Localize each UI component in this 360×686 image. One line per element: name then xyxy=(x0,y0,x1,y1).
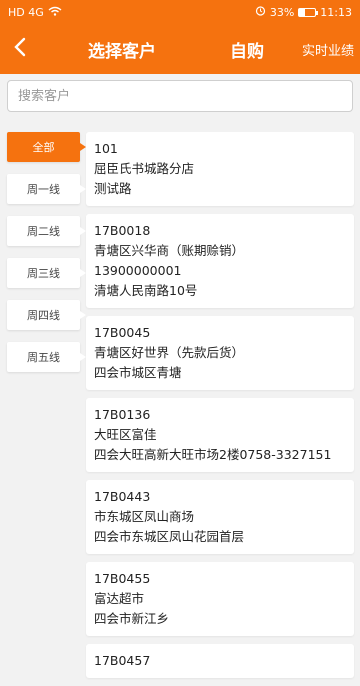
customer-code: 17B0136 xyxy=(94,407,151,422)
customer-card[interactable]: 17B0018 青塘区兴华商（账期赊销） 13900000001 清塘人民南路10号 xyxy=(86,214,354,308)
customer-detail: 四会大旺高新大旺市场2楼0758-3327151 xyxy=(94,447,332,462)
customer-code: 17B0018 xyxy=(94,223,151,238)
customer-card[interactable]: 101 屈臣氏书城路分店 测试路 xyxy=(86,132,354,206)
customer-detail: 四会市新江乡 xyxy=(94,611,170,626)
back-button[interactable] xyxy=(0,24,40,74)
search-input[interactable] xyxy=(7,80,353,112)
search-bar xyxy=(0,74,360,118)
customer-code: 17B0443 xyxy=(94,489,151,504)
customer-card[interactable]: 17B0457 xyxy=(86,644,354,678)
tab-0[interactable]: 全部 xyxy=(7,132,86,162)
alarm-icon xyxy=(255,5,266,19)
tab-2[interactable]: 周二线 xyxy=(7,216,86,246)
customer-detail: 清塘人民南路10号 xyxy=(94,283,198,298)
wifi-icon xyxy=(48,6,62,19)
customer-detail: 测试路 xyxy=(94,181,132,196)
battery-percent: 33% xyxy=(269,5,295,19)
customer-code: 17B0457 xyxy=(94,653,151,668)
customer-detail: 屈臣氏书城路分店 xyxy=(94,161,195,176)
customer-card[interactable]: 17B0455 富达超市四会市新江乡 xyxy=(86,562,354,636)
content: 全部周一线周二线周三线周四线周五线 101 屈臣氏书城路分店 测试路 17B0018 青… xyxy=(0,118,360,686)
route-tabs: 全部周一线周二线周三线周四线周五线 xyxy=(0,132,86,686)
customer-detail: 四会市东城区凤山花园首层 xyxy=(94,529,245,544)
app-header: 选择客户 自购 实时业绩 xyxy=(0,24,360,74)
battery-icon xyxy=(298,7,319,17)
mode-toggle[interactable]: 自购 xyxy=(230,37,264,62)
customer-detail: 青塘区兴华商（账期赊销） xyxy=(94,243,245,258)
customer-code: 17B0455 xyxy=(94,571,151,586)
customer-card[interactable]: 17B0136 大旺区富佳四会大旺高新大旺市场2楼0758-3327151 xyxy=(86,398,354,472)
customer-list: 101 屈臣氏书城路分店 测试路 17B0018 青塘区兴华商（账期赊销） 1390000… xyxy=(86,132,360,686)
realtime-performance-link[interactable]: 实时业绩 xyxy=(302,40,354,59)
customer-detail: 四会市城区青塘 xyxy=(94,365,182,380)
customer-card[interactable]: 17B0045 青塘区好世界（先款后货） 四会市城区青塘 xyxy=(86,316,354,390)
clock: 11:13 xyxy=(320,5,352,19)
customer-code: 17B0045 xyxy=(94,325,151,340)
tab-5[interactable]: 周五线 xyxy=(7,342,86,372)
customer-detail: 青塘区好世界（先款后货） xyxy=(94,345,245,360)
customer-detail: 富达超市 xyxy=(94,591,145,606)
signal-text: HD 4G xyxy=(8,5,44,19)
customer-card[interactable]: 17B0443 市东城区凤山商场四会市东城区凤山花园首层 xyxy=(86,480,354,554)
chevron-left-icon xyxy=(13,34,27,64)
customer-detail: 13900000001 xyxy=(94,263,182,278)
tab-1[interactable]: 周一线 xyxy=(7,174,86,204)
customer-code: 101 xyxy=(94,141,118,156)
page-title: 选择客户 xyxy=(88,41,156,62)
status-bar: HD 4G 33% 11:13 xyxy=(0,0,360,24)
tab-4[interactable]: 周四线 xyxy=(7,300,86,330)
customer-detail: 大旺区富佳 xyxy=(94,427,157,442)
tab-3[interactable]: 周三线 xyxy=(7,258,86,288)
customer-detail: 市东城区凤山商场 xyxy=(94,509,195,524)
